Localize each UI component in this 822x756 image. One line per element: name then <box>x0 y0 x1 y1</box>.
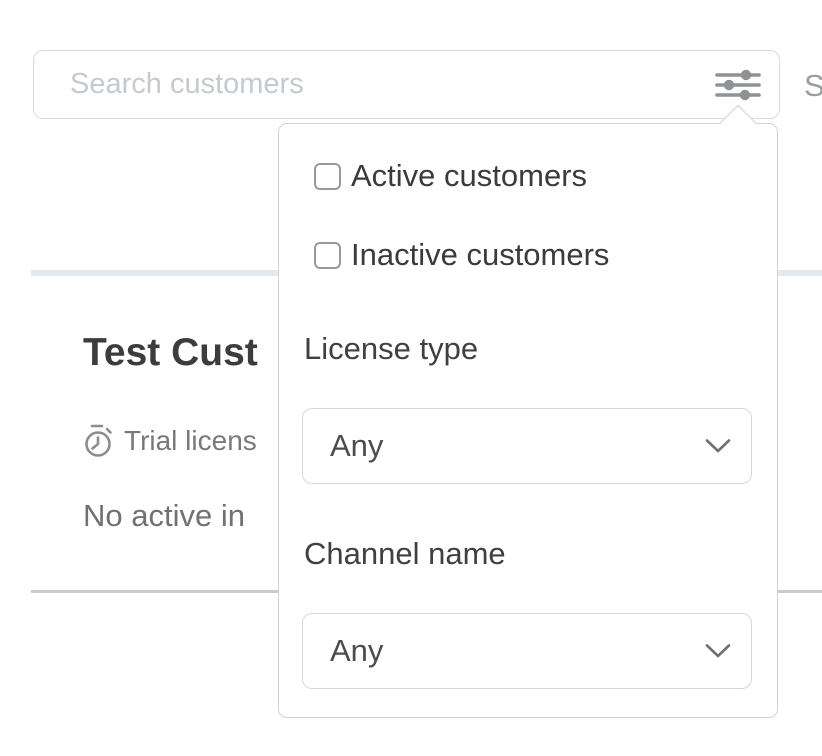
license-type-select[interactable]: Any <box>302 408 752 484</box>
chevron-down-icon <box>705 438 731 454</box>
inactive-customers-checkbox[interactable] <box>314 242 341 269</box>
active-customers-checkbox[interactable] <box>314 163 341 190</box>
search-input[interactable] <box>34 51 713 118</box>
customer-status-text: No active in <box>83 498 245 534</box>
license-type-text: Trial licens <box>124 425 257 457</box>
channel-name-label: Channel name <box>304 536 506 572</box>
chevron-down-icon <box>705 643 731 659</box>
channel-name-value: Any <box>330 633 383 669</box>
right-edge-partial-text: S <box>804 68 822 104</box>
license-type-label: License type <box>304 331 478 367</box>
sliders-icon <box>715 69 761 101</box>
license-type-value: Any <box>330 428 383 464</box>
filter-popover: Active customers Inactive customers Lice… <box>278 123 778 718</box>
filter-button[interactable] <box>713 63 763 107</box>
stopwatch-icon <box>83 423 115 459</box>
search-customers-box <box>33 50 780 119</box>
inactive-customers-option[interactable]: Inactive customers <box>314 237 609 273</box>
inactive-customers-label: Inactive customers <box>351 237 609 273</box>
active-customers-option[interactable]: Active customers <box>314 158 587 194</box>
active-customers-label: Active customers <box>351 158 587 194</box>
customer-name-heading: Test Cust <box>83 331 258 375</box>
license-info-row: Trial licens <box>83 423 257 459</box>
channel-name-select[interactable]: Any <box>302 613 752 689</box>
